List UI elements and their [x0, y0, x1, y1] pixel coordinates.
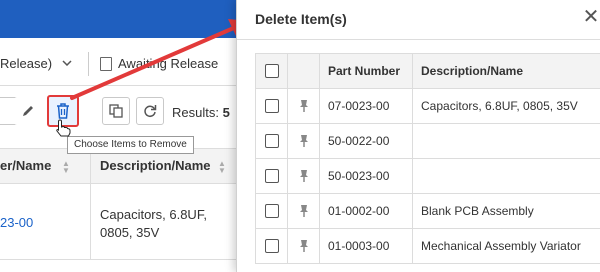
copy-button[interactable]: [102, 97, 130, 125]
part-number-cell: 50-0022-00: [319, 123, 413, 159]
pin-cell: [287, 158, 320, 194]
description-cell: [412, 158, 600, 194]
sort-icon[interactable]: ▲ ▼: [218, 160, 226, 175]
pushpin-icon[interactable]: [299, 204, 309, 218]
refresh-icon: [144, 105, 157, 118]
items-table: Part Number Description/Name 07-0023-00 …: [255, 53, 600, 264]
chevron-down-icon: [62, 60, 72, 66]
awaiting-release-label: Awaiting Release: [118, 56, 219, 71]
table-row[interactable]: 50-0023-00: [255, 158, 600, 194]
description-cell: Mechanical Assembly Variator: [412, 228, 600, 264]
trash-icon: [57, 103, 69, 119]
panel-header: Delete Item(s) ✕: [237, 0, 600, 40]
column-divider: [90, 149, 91, 185]
part-number-cell: 50-0023-00: [319, 158, 413, 194]
table-row[interactable]: 50-0022-00: [255, 123, 600, 159]
pushpin-icon[interactable]: [299, 134, 309, 148]
select-all-cell: [255, 53, 288, 89]
column-header-description[interactable]: Description/Name: [100, 158, 211, 173]
description-header: Description/Name: [412, 53, 600, 89]
column-divider: [90, 184, 91, 260]
row-checkbox[interactable]: [264, 204, 279, 219]
results-count: Results: 5: [172, 105, 230, 120]
pushpin-icon[interactable]: [299, 239, 309, 253]
divider: [88, 52, 89, 76]
release-dropdown-label: Release): [0, 55, 53, 71]
close-icon[interactable]: ✕: [582, 7, 600, 27]
description-cell: [412, 123, 600, 159]
sort-icon[interactable]: ▲ ▼: [62, 160, 70, 175]
delete-items-panel: Delete Item(s) ✕ Part Number Description…: [236, 0, 600, 272]
part-number-header: Part Number: [319, 53, 413, 89]
pencil-icon: [23, 106, 33, 116]
pin-cell: [287, 88, 320, 124]
table-header-row: Part Number Description/Name: [255, 53, 600, 89]
table-row[interactable]: 07-0023-00 Capacitors, 6.8UF, 0805, 35V: [255, 88, 600, 124]
document-icon: [100, 56, 112, 71]
awaiting-release-button[interactable]: Awaiting Release: [100, 56, 218, 71]
pushpin-icon[interactable]: [299, 99, 309, 113]
part-link[interactable]: 23-00: [0, 215, 33, 230]
action-header: [287, 53, 320, 89]
pin-cell: [287, 123, 320, 159]
copy-icon: [109, 104, 123, 118]
tooltip: Choose Items to Remove: [67, 136, 194, 154]
checkbox-cell: [255, 158, 288, 194]
checkbox-cell: [255, 228, 288, 264]
release-dropdown[interactable]: Release): [0, 52, 72, 74]
edit-button[interactable]: [14, 97, 42, 125]
row-checkbox[interactable]: [264, 134, 279, 149]
part-number-cell: 01-0003-00: [319, 228, 413, 264]
cursor-hand-icon: [56, 119, 71, 137]
checkbox-cell: [255, 193, 288, 229]
part-number-cell: 01-0002-00: [319, 193, 413, 229]
table-row[interactable]: 01-0003-00 Mechanical Assembly Variator: [255, 228, 600, 264]
panel-title: Delete Item(s): [255, 11, 347, 27]
results-value: 5: [222, 105, 230, 120]
results-label: Results:: [172, 105, 219, 120]
row-description: Capacitors, 6.8UF, 0805, 35V: [100, 207, 207, 240]
description-cell: Blank PCB Assembly: [412, 193, 600, 229]
row-checkbox[interactable]: [264, 239, 279, 254]
row-checkbox[interactable]: [264, 169, 279, 184]
pin-cell: [287, 193, 320, 229]
refresh-button[interactable]: [136, 97, 164, 125]
pushpin-icon[interactable]: [299, 169, 309, 183]
select-all-checkbox[interactable]: [264, 64, 279, 79]
column-header-name[interactable]: er/Name: [0, 158, 51, 173]
checkbox-cell: [255, 88, 288, 124]
pin-cell: [287, 228, 320, 264]
row-checkbox[interactable]: [264, 99, 279, 114]
checkbox-cell: [255, 123, 288, 159]
part-number-cell: 07-0023-00: [319, 88, 413, 124]
description-cell: Capacitors, 6.8UF, 0805, 35V: [412, 88, 600, 124]
table-row[interactable]: 01-0002-00 Blank PCB Assembly: [255, 193, 600, 229]
